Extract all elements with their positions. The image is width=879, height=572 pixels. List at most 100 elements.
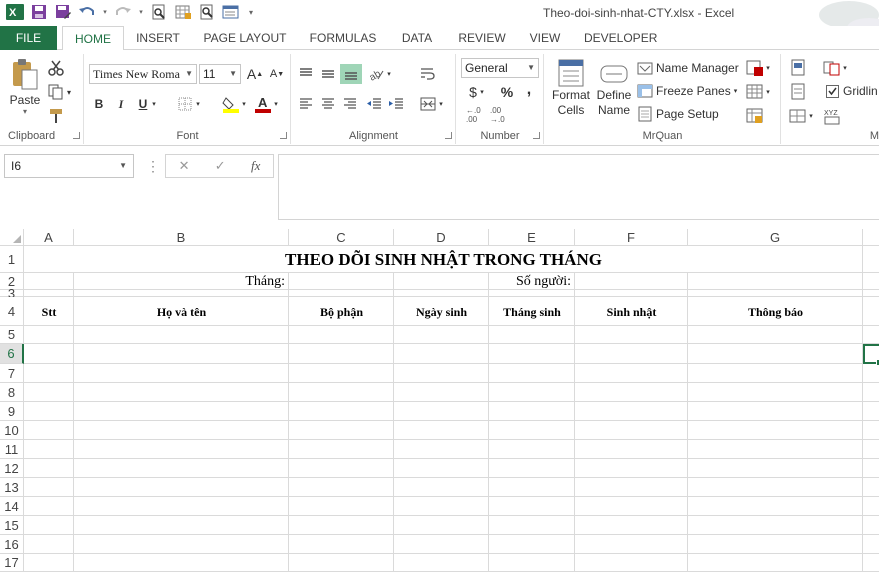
copy-dropdown-icon[interactable]: ▾ bbox=[64, 82, 74, 102]
zoom-page-icon[interactable] bbox=[198, 3, 216, 21]
mrquan-tool-1-dropdown-icon[interactable]: ▾ bbox=[763, 58, 773, 78]
format-painter-icon[interactable] bbox=[46, 106, 66, 126]
undo-icon[interactable] bbox=[78, 3, 96, 21]
row-header-11[interactable]: 11 bbox=[0, 440, 24, 459]
row-header-15[interactable]: 15 bbox=[0, 516, 24, 535]
page-setup-button[interactable]: Page Setup bbox=[637, 106, 719, 122]
redo-dropdown-icon[interactable]: ▾ bbox=[138, 3, 144, 21]
extra-tool-3-icon[interactable] bbox=[788, 82, 808, 102]
row-header-4[interactable]: 4 bbox=[0, 297, 24, 326]
extra-tool-4-icon[interactable] bbox=[788, 106, 808, 126]
gridlines-checkbox[interactable] bbox=[826, 84, 839, 98]
form-icon[interactable] bbox=[222, 3, 240, 21]
column-header-e[interactable]: E bbox=[489, 229, 575, 246]
name-manager-button[interactable]: Name Manager bbox=[637, 60, 739, 76]
column-header-g[interactable]: G bbox=[688, 229, 863, 246]
italic-button[interactable]: I bbox=[111, 94, 131, 114]
clipboard-dialog-launcher[interactable] bbox=[73, 132, 80, 139]
tab-page-layout[interactable]: PAGE LAYOUT bbox=[203, 26, 287, 50]
align-bottom-icon[interactable] bbox=[340, 64, 362, 84]
number-format-combo[interactable]: General ▼ bbox=[461, 58, 539, 78]
bold-button[interactable]: B bbox=[89, 94, 109, 114]
row-header-9[interactable]: 9 bbox=[0, 402, 24, 421]
currency-dropdown-icon[interactable]: ▾ bbox=[477, 82, 487, 102]
name-box[interactable]: I6 ▼ bbox=[4, 154, 134, 178]
cut-icon[interactable] bbox=[46, 58, 66, 78]
row-header-12[interactable]: 12 bbox=[0, 459, 24, 478]
mrquan-tool-3-icon[interactable] bbox=[745, 106, 765, 126]
column-header-d[interactable]: D bbox=[394, 229, 489, 246]
cancel-entry-button[interactable]: ✕ bbox=[179, 158, 190, 174]
extra-tool-2-dropdown-icon[interactable]: ▾ bbox=[840, 58, 850, 78]
active-cell[interactable] bbox=[863, 344, 879, 366]
font-color-icon[interactable]: A bbox=[253, 94, 273, 114]
row-header-1[interactable]: 1 bbox=[0, 246, 24, 273]
mrquan-tool-1-icon[interactable] bbox=[745, 58, 765, 78]
copy-icon[interactable] bbox=[46, 82, 66, 102]
tab-file[interactable]: FILE bbox=[0, 26, 57, 50]
shrink-font-button[interactable]: A ▼ bbox=[267, 64, 287, 84]
mrquan-tool-2-dropdown-icon[interactable]: ▾ bbox=[763, 82, 773, 102]
align-middle-icon[interactable] bbox=[318, 64, 338, 84]
select-all-button[interactable] bbox=[0, 229, 24, 246]
print-preview-icon[interactable] bbox=[150, 3, 168, 21]
row-header-6[interactable]: 6 bbox=[0, 344, 24, 364]
count-label[interactable]: Số người: bbox=[489, 273, 571, 290]
merge-dropdown-icon[interactable]: ▾ bbox=[436, 94, 446, 114]
tab-developer[interactable]: DEVELOPER bbox=[584, 26, 657, 50]
align-left-icon[interactable] bbox=[296, 94, 316, 114]
increase-indent-icon[interactable] bbox=[386, 94, 406, 114]
undo-dropdown-icon[interactable]: ▾ bbox=[102, 3, 108, 21]
column-header-f[interactable]: F bbox=[575, 229, 688, 246]
decrease-indent-icon[interactable] bbox=[364, 94, 384, 114]
column-header-h[interactable] bbox=[863, 229, 879, 246]
header-stt[interactable]: Stt bbox=[24, 297, 74, 327]
decrease-decimal-icon[interactable]: .00 →.0 bbox=[487, 104, 507, 126]
orientation-dropdown-icon[interactable]: ▾ bbox=[384, 64, 394, 84]
font-name-combo[interactable]: Times New Roma ▼ bbox=[89, 64, 197, 84]
save-icon[interactable] bbox=[30, 3, 48, 21]
gridlines-toggle[interactable]: Gridlin bbox=[826, 84, 878, 98]
header-sinh-nhat[interactable]: Sinh nhật bbox=[575, 297, 688, 327]
row-header-13[interactable]: 13 bbox=[0, 478, 24, 497]
table-tool-icon[interactable] bbox=[174, 3, 192, 21]
formula-input[interactable] bbox=[278, 154, 879, 220]
wrap-text-icon[interactable] bbox=[418, 64, 438, 84]
format-cells-button[interactable]: Format Cells bbox=[549, 58, 593, 118]
tab-home[interactable]: HOME bbox=[62, 26, 124, 51]
redo-icon[interactable] bbox=[114, 3, 132, 21]
save-as-icon[interactable] bbox=[54, 3, 72, 21]
underline-dropdown-icon[interactable]: ▾ bbox=[149, 94, 159, 114]
percent-button[interactable]: % bbox=[497, 82, 517, 102]
number-dialog-launcher[interactable] bbox=[533, 132, 540, 139]
grow-font-button[interactable]: A ▲ bbox=[245, 64, 265, 84]
column-header-c[interactable]: C bbox=[289, 229, 394, 246]
header-bo-phan[interactable]: Bộ phận bbox=[289, 297, 394, 327]
increase-decimal-icon[interactable]: ←.0.00 bbox=[463, 104, 483, 126]
mrquan-tool-2-icon[interactable] bbox=[745, 82, 765, 102]
comma-button[interactable]: , bbox=[519, 80, 539, 100]
freeze-panes-button[interactable]: Freeze Panes ▾ bbox=[637, 83, 737, 99]
row-header-5[interactable]: 5 bbox=[0, 326, 24, 344]
orientation-icon[interactable]: ab bbox=[366, 64, 386, 84]
insert-function-button[interactable]: fx bbox=[251, 158, 260, 174]
font-size-combo[interactable]: 11 ▼ bbox=[199, 64, 241, 84]
align-top-icon[interactable] bbox=[296, 64, 316, 84]
row-header-8[interactable]: 8 bbox=[0, 383, 24, 402]
align-right-icon[interactable] bbox=[340, 94, 360, 114]
font-dialog-launcher[interactable] bbox=[280, 132, 287, 139]
formula-bar-splitter-icon[interactable]: ⋮ bbox=[146, 158, 160, 175]
align-center-icon[interactable] bbox=[318, 94, 338, 114]
paste-button[interactable]: Paste ▾ bbox=[8, 58, 42, 116]
customize-qat-icon[interactable]: ▾ bbox=[246, 3, 256, 21]
extra-tool-2-icon[interactable] bbox=[822, 58, 842, 78]
column-header-b[interactable]: B bbox=[74, 229, 289, 246]
row-header-7[interactable]: 7 bbox=[0, 364, 24, 383]
row-header-14[interactable]: 14 bbox=[0, 497, 24, 516]
enter-entry-button[interactable]: ✓ bbox=[215, 158, 226, 174]
row-header-16[interactable]: 16 bbox=[0, 535, 24, 554]
header-thang-sinh[interactable]: Tháng sinh bbox=[489, 297, 575, 327]
row-header-10[interactable]: 10 bbox=[0, 421, 24, 440]
define-name-button[interactable]: Define Name bbox=[595, 58, 633, 118]
header-ngay-sinh[interactable]: Ngày sinh bbox=[394, 297, 489, 327]
